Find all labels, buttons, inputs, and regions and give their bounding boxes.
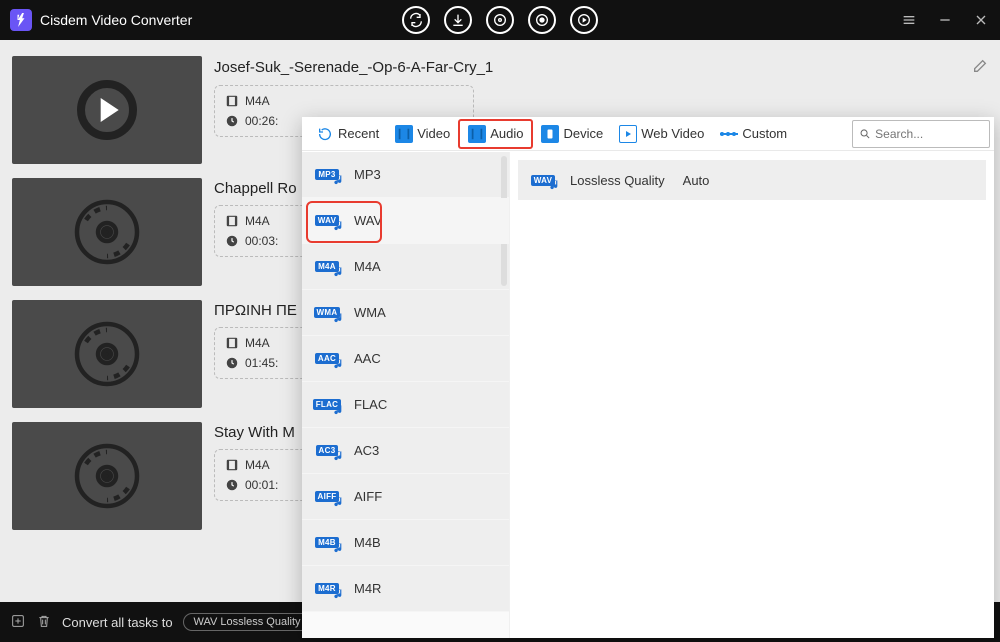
format-dropdown: Recent Video Audio Device Web Video Cust… — [302, 118, 994, 638]
tab-video[interactable]: Video — [387, 121, 458, 147]
tab-recent[interactable]: Recent — [308, 121, 387, 147]
add-file-button[interactable] — [10, 613, 26, 632]
app-logo — [10, 9, 32, 31]
format-label: AC3 — [354, 443, 379, 458]
item-title: Josef-Suk_-Serenade_-Op-6-A-Far-Cry_1 — [214, 59, 493, 76]
wma-icon: WMA — [312, 301, 342, 325]
format-option-aiff[interactable]: AIFF AIFF — [302, 474, 509, 520]
m4r-icon: M4R — [312, 577, 342, 601]
quality-auto: Auto — [683, 173, 710, 188]
wav-icon: WAV — [312, 209, 342, 233]
quality-option[interactable]: WAV Lossless Quality Auto — [518, 160, 986, 200]
tab-label: Device — [563, 126, 603, 141]
mp3-icon: MP3 — [312, 163, 342, 187]
format-label: WMA — [354, 305, 386, 320]
item-format: M4A — [245, 458, 270, 472]
format-option-wav[interactable]: WAV WAV — [302, 198, 509, 244]
format-option-aac[interactable]: AAC AAC — [302, 336, 509, 382]
format-option-m4r[interactable]: M4R M4R — [302, 566, 509, 612]
format-search-box[interactable] — [852, 120, 990, 148]
minimize-icon[interactable] — [936, 11, 954, 29]
search-input[interactable] — [875, 127, 983, 141]
format-list[interactable]: MP3 MP3 WAV WAV M4A M4A WMA WMA AAC AAC FLAC FLAC AC… — [302, 152, 510, 638]
ac3-icon: AC3 — [312, 439, 342, 463]
format-label: FLAC — [354, 397, 387, 412]
titlebar-toolbar — [402, 6, 598, 34]
aac-icon: AAC — [312, 347, 342, 371]
format-option-mp3[interactable]: MP3 MP3 — [302, 152, 509, 198]
m4a-icon: M4A — [312, 255, 342, 279]
convert-label: Convert all tasks to — [62, 615, 173, 630]
format-label: AAC — [354, 351, 381, 366]
format-option-m4b[interactable]: M4B M4B — [302, 520, 509, 566]
format-option-flac[interactable]: FLAC FLAC — [302, 382, 509, 428]
app-title: Cisdem Video Converter — [40, 12, 192, 28]
convert-mode-icon[interactable] — [402, 6, 430, 34]
tab-label: Custom — [742, 126, 787, 141]
wav-icon: WAV — [528, 168, 558, 192]
download-mode-icon[interactable] — [444, 6, 472, 34]
quality-label: Lossless Quality — [570, 173, 665, 188]
tab-webvideo[interactable]: Web Video — [611, 121, 712, 147]
item-format: M4A — [245, 336, 270, 350]
quality-panel: WAV Lossless Quality Auto — [510, 152, 994, 638]
flac-icon: FLAC — [312, 393, 342, 417]
titlebar: Cisdem Video Converter — [0, 0, 1000, 40]
item-format: M4A — [245, 94, 270, 108]
rip-mode-icon[interactable] — [486, 6, 514, 34]
thumbnail-disc-icon[interactable] — [12, 300, 202, 408]
trash-button[interactable] — [36, 613, 52, 632]
menu-icon[interactable] — [900, 11, 918, 29]
output-format-choice[interactable]: WAV Lossless Quality — [183, 613, 312, 631]
thumbnail-play-icon[interactable] — [12, 56, 202, 164]
tab-audio[interactable]: Audio — [458, 119, 533, 149]
thumbnail-disc-icon[interactable] — [12, 422, 202, 530]
format-option-m4a[interactable]: M4A M4A — [302, 244, 509, 290]
item-duration: 01:45: — [245, 356, 278, 370]
dropdown-tabs: Recent Video Audio Device Web Video Cust… — [302, 117, 994, 151]
burn-mode-icon[interactable] — [528, 6, 556, 34]
close-icon[interactable] — [972, 11, 990, 29]
tab-custom[interactable]: Custom — [712, 122, 795, 145]
item-format: M4A — [245, 214, 270, 228]
tab-label: Web Video — [641, 126, 704, 141]
format-label: MP3 — [354, 167, 381, 182]
format-label: M4A — [354, 259, 381, 274]
format-option-ac3[interactable]: AC3 AC3 — [302, 428, 509, 474]
format-option-wma[interactable]: WMA WMA — [302, 290, 509, 336]
item-duration: 00:26: — [245, 114, 278, 128]
aiff-icon: AIFF — [312, 485, 342, 509]
tab-label: Recent — [338, 126, 379, 141]
tab-device[interactable]: Device — [533, 121, 611, 147]
item-duration: 00:03: — [245, 234, 278, 248]
format-label: WAV — [354, 213, 382, 228]
tab-label: Video — [417, 126, 450, 141]
format-label: M4R — [354, 581, 381, 596]
m4b-icon: M4B — [312, 531, 342, 555]
tab-label: Audio — [490, 126, 523, 141]
format-label: AIFF — [354, 489, 382, 504]
rename-icon[interactable] — [972, 58, 988, 77]
thumbnail-disc-icon[interactable] — [12, 178, 202, 286]
format-label: M4B — [354, 535, 381, 550]
item-duration: 00:01: — [245, 478, 278, 492]
edit-mode-icon[interactable] — [570, 6, 598, 34]
